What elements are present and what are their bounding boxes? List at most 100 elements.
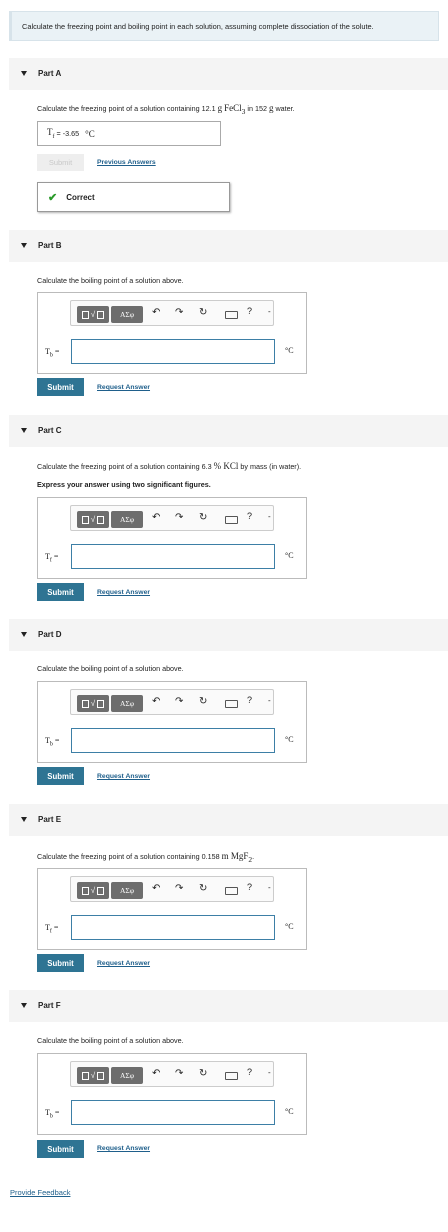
redo-icon[interactable]: ↷ <box>175 512 183 523</box>
part-f-request-answer-link[interactable]: Request Answer <box>97 1145 150 1152</box>
part-d-question: Calculate the boiling point of a solutio… <box>37 664 184 673</box>
collapse-triangle-icon[interactable] <box>21 1003 27 1008</box>
previous-answers-link[interactable]: Previous Answers <box>97 159 156 166</box>
part-d-request-answer-link[interactable]: Request Answer <box>97 773 150 780</box>
part-f-header[interactable]: Part F <box>9 990 448 1022</box>
templates-icon[interactable]: √ <box>77 695 109 712</box>
q-text-post: . <box>252 852 255 861</box>
part-b-label: Part B <box>38 241 62 250</box>
undo-icon[interactable]: ↶ <box>152 512 160 523</box>
greek-symbols-icon[interactable]: ΑΣφ <box>111 695 143 712</box>
reset-icon[interactable]: ↻ <box>199 307 207 318</box>
correct-label: Correct <box>66 192 95 202</box>
part-d-header[interactable]: Part D <box>9 619 448 651</box>
undo-icon[interactable]: ↶ <box>152 696 160 707</box>
part-b-request-answer-link[interactable]: Request Answer <box>97 384 150 391</box>
more-icon[interactable]: - <box>268 512 271 521</box>
part-c-submit-button[interactable]: Submit <box>37 583 84 601</box>
part-e-request-answer-link[interactable]: Request Answer <box>97 960 150 967</box>
part-a-question: Calculate the freezing point of a soluti… <box>37 103 295 116</box>
templates-icon[interactable]: √ <box>77 511 109 528</box>
q-formula: KCl <box>221 461 239 471</box>
part-c-header[interactable]: Part C <box>9 415 448 447</box>
part-a-header[interactable]: Part A <box>9 58 448 90</box>
reset-icon[interactable]: ↻ <box>199 1068 207 1079</box>
greek-symbols-icon[interactable]: ΑΣφ <box>111 511 143 528</box>
collapse-triangle-icon[interactable] <box>21 428 27 433</box>
answer-unit: °C <box>285 922 294 931</box>
answer-input[interactable] <box>71 915 275 940</box>
q-formula: MgF2 <box>228 851 253 864</box>
keyboard-icon[interactable] <box>225 311 238 319</box>
keyboard-icon[interactable] <box>225 1072 238 1080</box>
redo-icon[interactable]: ↷ <box>175 307 183 318</box>
keyboard-icon[interactable] <box>225 887 238 895</box>
greek-symbols-icon[interactable]: ΑΣφ <box>111 1067 143 1084</box>
part-c-math-editor: √ ΑΣφ ↶ ↷ ↻ ? - Tf = °C <box>37 497 307 579</box>
answer-input[interactable] <box>71 339 275 364</box>
part-e-math-editor: √ ΑΣφ ↶ ↷ ↻ ? - Tf = °C <box>37 868 307 950</box>
reset-icon[interactable]: ↻ <box>199 883 207 894</box>
provide-feedback-link[interactable]: Provide Feedback <box>10 1188 70 1197</box>
reset-icon[interactable]: ↻ <box>199 696 207 707</box>
answer-input[interactable] <box>71 1100 275 1125</box>
q-text-post: water. <box>273 104 295 113</box>
templates-icon[interactable]: √ <box>77 882 109 899</box>
collapse-triangle-icon[interactable] <box>21 243 27 248</box>
greek-symbols-icon[interactable]: ΑΣφ <box>111 306 143 323</box>
answer-variable: Tf = <box>45 552 59 564</box>
q-text-post: by mass (in water). <box>238 462 302 471</box>
templates-icon[interactable]: √ <box>77 306 109 323</box>
part-d-submit-button[interactable]: Submit <box>37 767 84 785</box>
more-icon[interactable]: - <box>268 696 271 705</box>
more-icon[interactable]: - <box>268 307 271 316</box>
help-icon[interactable]: ? <box>247 882 252 892</box>
part-a-submit-button[interactable]: Submit <box>37 154 84 171</box>
answer-eq: = <box>54 129 63 138</box>
help-icon[interactable]: ? <box>247 306 252 316</box>
collapse-triangle-icon[interactable] <box>21 817 27 822</box>
keyboard-icon[interactable] <box>225 700 238 708</box>
help-icon[interactable]: ? <box>247 695 252 705</box>
undo-icon[interactable]: ↶ <box>152 307 160 318</box>
editor-toolbar: √ ΑΣφ ↶ ↷ ↻ ? - <box>70 689 274 715</box>
part-f-submit-button[interactable]: Submit <box>37 1140 84 1158</box>
part-e-question: Calculate the freezing point of a soluti… <box>37 851 254 864</box>
intro-banner: Calculate the freezing point and boiling… <box>9 11 439 41</box>
answer-input[interactable] <box>71 728 275 753</box>
part-b-header[interactable]: Part B <box>9 230 448 262</box>
q-formula: FeCl3 <box>224 103 246 116</box>
editor-toolbar: √ ΑΣφ ↶ ↷ ↻ ? - <box>70 505 274 531</box>
correct-feedback: ✔ Correct <box>37 182 230 212</box>
reset-icon[interactable]: ↻ <box>199 512 207 523</box>
part-e-submit-button[interactable]: Submit <box>37 954 84 972</box>
greek-symbols-icon[interactable]: ΑΣφ <box>111 882 143 899</box>
editor-toolbar: √ ΑΣφ ↶ ↷ ↻ ? - <box>70 300 274 326</box>
part-f-label: Part F <box>38 1001 61 1010</box>
answer-variable: Tb = <box>45 347 60 359</box>
collapse-triangle-icon[interactable] <box>21 632 27 637</box>
answer-variable: Tb = <box>45 736 60 748</box>
q-text: Calculate the freezing point of a soluti… <box>37 104 218 113</box>
redo-icon[interactable]: ↷ <box>175 883 183 894</box>
answer-input[interactable] <box>71 544 275 569</box>
part-b-submit-button[interactable]: Submit <box>37 378 84 396</box>
templates-icon[interactable]: √ <box>77 1067 109 1084</box>
more-icon[interactable]: - <box>268 883 271 892</box>
part-c-request-answer-link[interactable]: Request Answer <box>97 589 150 596</box>
intro-text: Calculate the freezing point and boiling… <box>22 21 374 31</box>
part-d-math-editor: √ ΑΣφ ↶ ↷ ↻ ? - Tb = °C <box>37 681 307 763</box>
part-c-instruction: Express your answer using two significan… <box>37 480 211 489</box>
part-a-answer-box: Tf = -3.65 °C <box>37 121 221 146</box>
redo-icon[interactable]: ↷ <box>175 696 183 707</box>
help-icon[interactable]: ? <box>247 1067 252 1077</box>
undo-icon[interactable]: ↶ <box>152 883 160 894</box>
help-icon[interactable]: ? <box>247 511 252 521</box>
redo-icon[interactable]: ↷ <box>175 1068 183 1079</box>
more-icon[interactable]: - <box>268 1068 271 1077</box>
keyboard-icon[interactable] <box>225 516 238 524</box>
answer-unit: °C <box>285 346 294 355</box>
part-e-header[interactable]: Part E <box>9 804 448 836</box>
collapse-triangle-icon[interactable] <box>21 71 27 76</box>
undo-icon[interactable]: ↶ <box>152 1068 160 1079</box>
